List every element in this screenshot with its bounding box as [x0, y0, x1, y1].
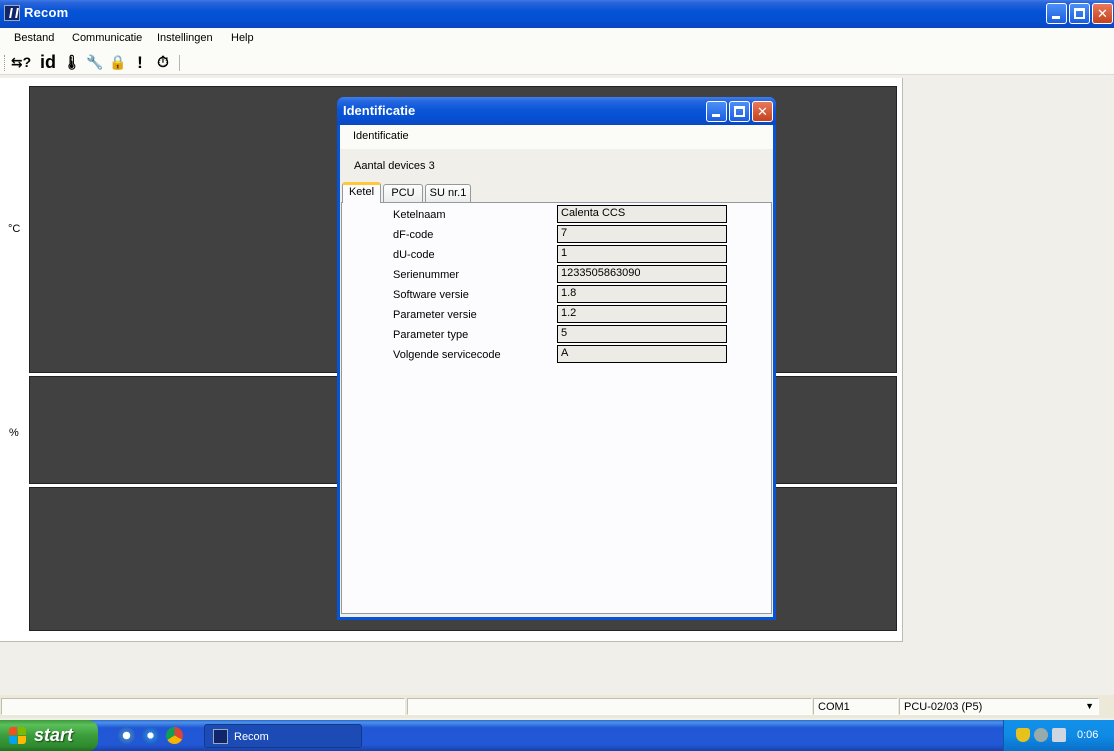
temperature-unit-label: °C	[8, 223, 21, 235]
window-title: Recom	[24, 5, 69, 20]
start-label: start	[34, 725, 74, 745]
devices-count-label: Aantal devices 3	[354, 160, 435, 172]
tray-app-icon[interactable]	[1052, 728, 1066, 742]
menu-help[interactable]: Help	[231, 32, 254, 44]
windows-logo-icon	[9, 727, 26, 744]
serienummer-field[interactable]: 1233505863090	[557, 265, 727, 283]
stopwatch-icon[interactable]: ⏱	[153, 53, 173, 72]
dialog-menu-bar: Identificatie	[340, 125, 773, 149]
software-versie-label: Software versie	[393, 289, 469, 301]
serienummer-label: Serienummer	[393, 269, 460, 281]
close-button[interactable]: ✕	[1092, 3, 1113, 24]
dialog-menu-identificatie[interactable]: Identificatie	[353, 130, 409, 142]
df-code-label: dF-code	[393, 229, 434, 241]
menu-bestand[interactable]: Bestand	[14, 32, 54, 44]
ketelnaam-field[interactable]: Calenta CCS	[557, 205, 727, 223]
du-code-label: dU-code	[393, 249, 435, 261]
toolbar-grip[interactable]	[4, 55, 7, 71]
dropdown-arrow-icon: ▼	[1085, 701, 1094, 711]
minimize-icon	[1052, 16, 1060, 19]
tab-ketel[interactable]: Ketel	[342, 182, 381, 203]
tab-pcu[interactable]: PCU	[383, 184, 423, 202]
taskbar: start Recom 0:06	[0, 720, 1114, 751]
minimize-button[interactable]	[1046, 3, 1067, 24]
dialog-body: Identificatie Aantal devices 3 Ketel PCU…	[340, 125, 773, 617]
parameter-type-field[interactable]: 5	[557, 325, 727, 343]
alert-icon[interactable]: !	[132, 53, 148, 72]
system-tray: 0:06	[1003, 720, 1114, 751]
du-code-field[interactable]: 1	[557, 245, 727, 263]
id-icon[interactable]: id	[37, 53, 59, 72]
volgende-servicecode-label: Volgende servicecode	[393, 349, 501, 361]
wrench-icon[interactable]: 🔧	[85, 53, 105, 72]
connect-help-icon[interactable]: ⇆?	[10, 53, 32, 72]
dialog-close-button[interactable]: ✕	[752, 101, 773, 122]
tab-strip: Ketel PCU SU nr.1	[342, 182, 772, 203]
menu-communicatie[interactable]: Communicatie	[72, 32, 142, 44]
parameter-versie-field[interactable]: 1.2	[557, 305, 727, 323]
device-select[interactable]: PCU-02/03 (P5) ▼	[899, 698, 1099, 715]
status-bar: COM1 PCU-02/03 (P5) ▼	[0, 695, 1114, 718]
dialog-maximize-button[interactable]	[729, 101, 750, 122]
status-port: COM1	[813, 698, 898, 715]
dialog-titlebar[interactable]: Identificatie ✕	[337, 97, 776, 125]
close-icon: ✕	[1097, 6, 1108, 21]
network-icon[interactable]	[1034, 728, 1048, 742]
taskbar-recom-button[interactable]: Recom	[204, 724, 362, 748]
security-shield-icon[interactable]	[1016, 728, 1030, 742]
volgende-servicecode-field[interactable]: A	[557, 345, 727, 363]
quicklaunch-desktop-icon[interactable]	[118, 727, 135, 744]
ketelnaam-label: Ketelnaam	[393, 209, 446, 221]
menu-instellingen[interactable]: Instellingen	[157, 32, 213, 44]
menu-bar: Bestand Communicatie Instellingen Help	[0, 28, 1114, 50]
maximize-button[interactable]	[1069, 3, 1090, 24]
parameter-versie-label: Parameter versie	[393, 309, 477, 321]
tab-su-nr1[interactable]: SU nr.1	[425, 184, 471, 202]
recom-app-icon	[4, 5, 20, 21]
taskbar-recom-label: Recom	[234, 731, 269, 743]
start-button[interactable]: start	[0, 720, 98, 751]
maximize-icon	[734, 106, 745, 117]
close-icon: ✕	[757, 104, 768, 119]
chrome-icon[interactable]	[166, 727, 183, 744]
percent-unit-label: %	[9, 427, 19, 439]
device-select-value: PCU-02/03 (P5)	[904, 701, 983, 713]
main-titlebar[interactable]: Recom ✕	[0, 0, 1114, 28]
ketel-tab-panel: Ketelnaam Calenta CCS dF-code 7 dU-code …	[341, 202, 772, 614]
parameter-type-label: Parameter type	[393, 329, 469, 341]
thermometer-icon[interactable]: 🌡	[63, 53, 81, 72]
recom-app-icon	[213, 729, 228, 744]
maximize-icon	[1074, 8, 1085, 19]
identificatie-dialog: Identificatie ✕ Identificatie Aantal dev…	[337, 97, 776, 620]
dialog-minimize-button[interactable]	[706, 101, 727, 122]
dialog-title: Identificatie	[343, 103, 416, 118]
clock: 0:06	[1077, 729, 1099, 741]
software-versie-field[interactable]: 1.8	[557, 285, 727, 303]
toolbar-separator	[179, 55, 180, 71]
minimize-icon	[712, 114, 720, 117]
toolbar: ⇆? id 🌡 🔧 🔒 ! ⏱	[0, 50, 1114, 75]
internet-explorer-icon[interactable]	[142, 727, 159, 744]
status-pane-1	[1, 698, 405, 715]
lock-icon[interactable]: 🔒	[109, 53, 127, 72]
status-pane-2	[407, 698, 812, 715]
df-code-field[interactable]: 7	[557, 225, 727, 243]
